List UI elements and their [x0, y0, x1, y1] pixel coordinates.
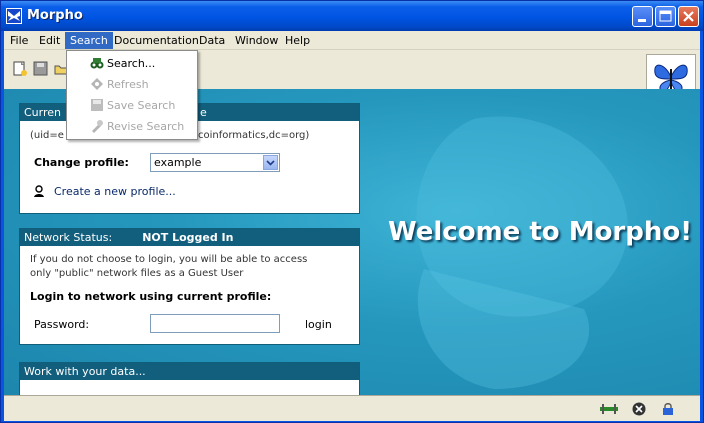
menu-item-refresh[interactable]: Refresh [67, 74, 197, 95]
profile-select-value: example [154, 156, 202, 169]
network-panel: Network Status: NOT Logged In If you do n… [19, 228, 360, 345]
refresh-icon [90, 77, 104, 91]
data-panel-header: Work with your data... [20, 363, 359, 380]
menu-item-search[interactable]: Search... [67, 53, 197, 74]
revise-search-icon [90, 119, 104, 133]
network-panel-header: Network Status: NOT Logged In [20, 229, 359, 246]
menu-item-revise-search[interactable]: Revise Search [67, 116, 197, 137]
menu-window[interactable]: Window [230, 32, 283, 49]
save-icon[interactable] [32, 60, 50, 78]
profile-dn-start: (uid=e [30, 130, 64, 141]
menu-bar: File Edit Search Documentation Data Wind… [4, 31, 700, 50]
password-input[interactable] [150, 314, 280, 333]
lock-icon [661, 402, 675, 416]
data-panel: Work with your data... [19, 362, 360, 395]
status-bar [4, 395, 700, 421]
menu-item-revise-search-label: Revise Search [107, 120, 185, 133]
window-title: Morpho [27, 8, 83, 23]
minimize-button[interactable] [632, 6, 653, 27]
title-bar[interactable]: Morpho [1, 1, 703, 31]
menu-item-refresh-label: Refresh [107, 78, 149, 91]
menu-item-save-search[interactable]: Save Search [67, 95, 197, 116]
login-button[interactable]: login [305, 318, 332, 331]
network-status-value: NOT Logged In [142, 231, 234, 244]
disconnect-icon[interactable] [632, 402, 646, 416]
menu-item-save-search-label: Save Search [107, 99, 176, 112]
create-profile-link[interactable]: Create a new profile... [54, 185, 176, 198]
network-status-label: Network Status: [24, 231, 113, 244]
profile-header-start: Curren [24, 106, 62, 119]
menu-file[interactable]: File [5, 32, 33, 49]
menu-edit[interactable]: Edit [34, 32, 65, 49]
menu-help[interactable]: Help [280, 32, 315, 49]
profile-header-end: e [200, 106, 207, 119]
user-icon [32, 184, 46, 198]
client-area: File Edit Search Documentation Data Wind… [4, 31, 700, 421]
search-dropdown-menu: Search... Refresh Save Search Revise Sea… [66, 50, 198, 140]
app-window: Morpho File Edit Search Documentation Da… [0, 0, 704, 423]
new-document-icon[interactable] [11, 60, 29, 78]
network-note-line2: only "public" network files as a Guest U… [30, 268, 244, 279]
save-search-icon [90, 98, 104, 112]
chevron-down-icon[interactable] [263, 155, 278, 170]
welcome-heading: Welcome to Morpho! [388, 217, 693, 247]
close-button[interactable] [678, 6, 699, 27]
profile-dn-end: coinformatics,dc=org) [198, 130, 310, 141]
network-note-line1: If you do not choose to login, you will … [30, 254, 308, 265]
menu-documentation[interactable]: Documentation [109, 32, 204, 49]
menu-search[interactable]: Search [65, 32, 113, 49]
login-heading: Login to network using current profile: [30, 290, 272, 303]
butterfly-icon [6, 8, 22, 24]
change-profile-label: Change profile: [34, 156, 129, 169]
maximize-button[interactable] [655, 6, 676, 27]
menu-data[interactable]: Data [194, 32, 230, 49]
network-icon [599, 402, 619, 416]
binoculars-icon [90, 56, 104, 70]
profile-select[interactable]: example [150, 153, 280, 172]
password-label: Password: [34, 318, 90, 331]
menu-item-search-label: Search... [107, 57, 156, 70]
